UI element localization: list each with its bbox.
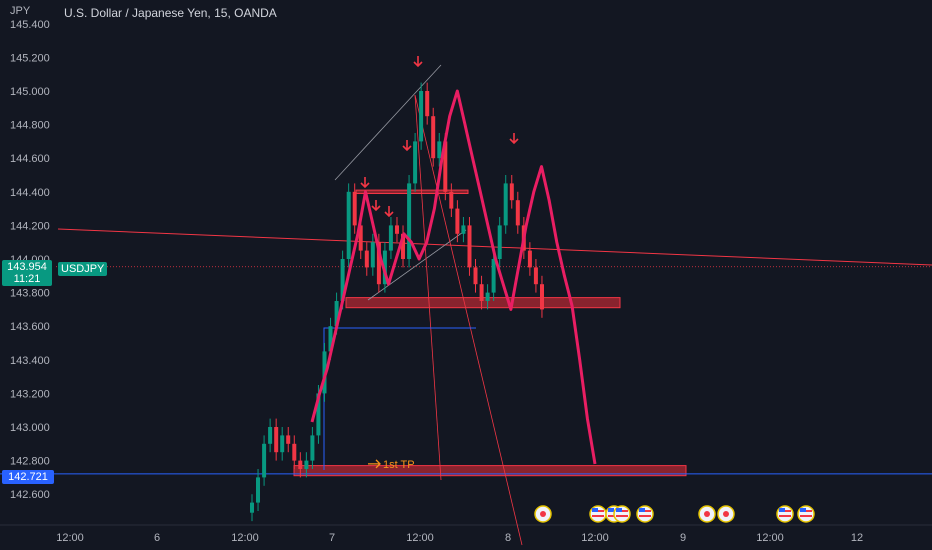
candle-body	[286, 435, 291, 444]
candle-body	[527, 250, 532, 268]
tp-annotation-label: 1st TP	[383, 459, 415, 471]
y-tick-label: 142.600	[10, 489, 50, 501]
peak-arrow-icon	[360, 177, 370, 189]
x-tick-label: 12:00	[231, 532, 259, 544]
us-flag-icon	[800, 508, 806, 512]
candle-body	[455, 208, 460, 234]
us-flag-icon	[779, 515, 791, 517]
candle-body	[425, 91, 430, 117]
x-tick-label: 12:00	[56, 532, 84, 544]
candle-body	[413, 141, 418, 184]
bar-countdown: 11:21	[13, 273, 41, 285]
candle-body	[407, 183, 412, 259]
candle-body	[388, 225, 393, 251]
us-flag-icon	[639, 515, 651, 517]
x-tick-label: 12:00	[756, 532, 784, 544]
candle-body	[395, 225, 399, 234]
us-flag-icon	[592, 515, 604, 517]
candle-body	[274, 427, 279, 453]
candle-body	[268, 427, 273, 444]
candle-body	[256, 477, 260, 503]
candle-body	[298, 460, 303, 469]
candle-body	[419, 91, 424, 142]
x-tick-label: 12	[851, 532, 863, 544]
candle-body	[250, 502, 254, 513]
price-chart[interactable]: 145.400 145.200 145.000 144.800 144.600 144.4…	[0, 0, 932, 550]
candle-body	[310, 435, 315, 461]
candle-body	[509, 183, 514, 201]
candle-body	[540, 284, 544, 310]
trend-line	[334, 64, 442, 181]
trend-line	[414, 94, 442, 481]
japan-flag-icon	[723, 511, 729, 517]
candle-body	[497, 225, 502, 259]
chart-root: 145.400 145.200 145.000 144.800 144.600 144.4…	[0, 0, 932, 550]
us-flag-icon	[779, 508, 785, 512]
level-price-badge: 142.721	[2, 470, 54, 484]
peak-arrow-icon	[402, 140, 412, 152]
x-tick-label: 9	[680, 532, 686, 544]
peak-arrow-icon	[413, 56, 423, 68]
y-tick-label: 143.600	[10, 321, 50, 333]
y-tick-label: 143.200	[10, 388, 50, 400]
us-flag-icon	[608, 508, 614, 512]
candle-body	[431, 116, 436, 159]
candle-body	[346, 191, 351, 259]
y-tick-label: 144.400	[10, 187, 50, 199]
us-flag-icon	[800, 515, 812, 517]
candle-body	[262, 443, 267, 478]
chart-title: U.S. Dollar / Japanese Yen, 15, OANDA	[64, 6, 277, 20]
y-tick-label: 143.800	[10, 288, 50, 300]
candle-body	[467, 225, 472, 268]
candle-body	[515, 200, 520, 226]
candle-body	[479, 284, 484, 301]
candle-body	[485, 292, 490, 301]
peak-arrow-icon	[371, 200, 381, 212]
y-tick-label: 142.800	[10, 456, 50, 468]
candle-body	[449, 191, 454, 209]
y-tick-label: 145.400	[10, 19, 50, 31]
us-flag-icon	[616, 508, 622, 512]
y-tick-label: 143.000	[10, 422, 50, 434]
candle-body	[533, 267, 538, 285]
candle-body	[292, 443, 297, 461]
candle-body	[503, 183, 508, 226]
trend-line	[414, 94, 523, 546]
candle-body	[352, 191, 357, 226]
y-tick-label: 145.000	[10, 86, 50, 98]
candle-body	[437, 141, 442, 159]
range-line	[323, 327, 476, 470]
candle-body	[473, 267, 478, 285]
head-and-shoulders-pattern	[310, 89, 597, 465]
y-tick-label: 144.600	[10, 153, 50, 165]
y-tick-label: 143.400	[10, 355, 50, 367]
candle-body	[304, 460, 309, 469]
japan-flag-icon	[704, 511, 710, 517]
candle-body	[461, 225, 466, 234]
current-price-value: 143.954	[7, 261, 47, 273]
x-tick-label: 12:00	[406, 532, 434, 544]
currency-label: JPY	[10, 5, 31, 17]
x-tick-label: 6	[154, 532, 160, 544]
us-flag-icon	[592, 508, 598, 512]
y-tick-label: 145.200	[10, 52, 50, 64]
symbol-badge: USDJPY	[58, 262, 108, 276]
candle-body	[280, 435, 285, 453]
candle-body	[364, 250, 369, 268]
peak-arrow-icon	[384, 206, 394, 218]
us-flag-icon	[616, 515, 628, 517]
x-tick-label: 7	[329, 532, 335, 544]
candle-body	[491, 259, 496, 293]
japan-flag-icon	[540, 511, 546, 517]
current-price-badge: 143.954 11:21	[2, 260, 52, 286]
x-tick-label: 8	[505, 532, 511, 544]
y-tick-label: 144.800	[10, 120, 50, 132]
x-tick-label: 12:00	[581, 532, 609, 544]
peak-arrow-icon	[509, 133, 519, 145]
candle-body	[370, 242, 375, 268]
us-flag-icon	[639, 508, 645, 512]
y-tick-label: 144.200	[10, 220, 50, 232]
